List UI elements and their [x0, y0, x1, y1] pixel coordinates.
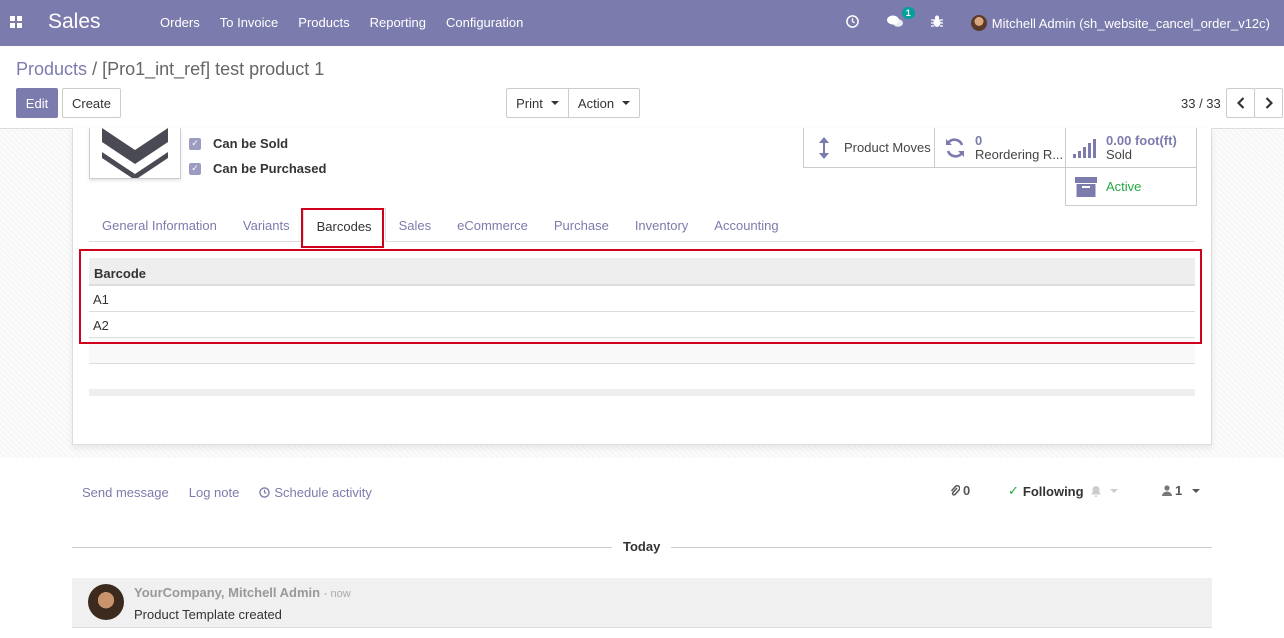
user-icon — [1162, 485, 1172, 496]
menu-orders[interactable]: Orders — [160, 15, 200, 30]
print-label: Print — [516, 95, 543, 111]
message-header: YourCompany, Mitchell Admin - now — [134, 585, 351, 600]
messages-badge: 1 — [901, 7, 915, 19]
tab-inventory[interactable]: Inventory — [622, 208, 701, 242]
log-note-button[interactable]: Log note — [189, 485, 240, 500]
can-be-purchased-checkbox[interactable]: ✓ — [189, 162, 201, 175]
archive-box-icon — [1066, 176, 1106, 197]
message-body: Product Template created — [134, 607, 282, 622]
chevron-right-icon — [1265, 97, 1273, 109]
breadcrumb-separator: / — [92, 59, 98, 79]
menu-products[interactable]: Products — [298, 15, 349, 30]
menu-to-invoice[interactable]: To Invoice — [220, 15, 279, 30]
product-moves-label: Product Moves — [844, 140, 931, 155]
message-time: now — [330, 588, 351, 600]
tab-sales[interactable]: Sales — [386, 208, 445, 242]
arrows-vertical-icon — [804, 136, 844, 160]
tab-general-information[interactable]: General Information — [89, 208, 230, 242]
send-message-button[interactable]: Send message — [82, 485, 169, 500]
app-brand[interactable]: Sales — [48, 10, 101, 34]
followers-count: 1 — [1175, 483, 1183, 498]
can-be-purchased-label: Can be Purchased — [213, 161, 327, 176]
product-logo-icon — [102, 128, 168, 178]
reordering-rules-button[interactable]: 0 Reordering R... — [934, 128, 1066, 168]
sold-label: Sold — [1106, 146, 1133, 162]
breadcrumb-products[interactable]: Products — [16, 59, 87, 79]
paperclip-icon — [950, 484, 960, 496]
active-toggle-button[interactable]: Active — [1065, 167, 1197, 206]
attachments-button[interactable]: 0 — [950, 483, 970, 498]
debug-bug-icon[interactable] — [930, 15, 943, 31]
can-be-sold-checkbox[interactable]: ✓ — [189, 137, 201, 150]
create-button[interactable]: Create — [62, 88, 121, 118]
author-avatar[interactable] — [88, 584, 124, 620]
sold-button[interactable]: 0.00 foot(ft) Sold — [1065, 128, 1197, 168]
menu-reporting[interactable]: Reporting — [370, 15, 426, 30]
chatter-actions: Send message Log note Schedule activity — [82, 485, 372, 500]
systray: 1 Mitchell Admin (sh_website_cancel_orde… — [845, 0, 1284, 46]
highlight-barcodes-table — [79, 249, 1202, 344]
tab-purchase[interactable]: Purchase — [541, 208, 622, 242]
menu-configuration[interactable]: Configuration — [446, 15, 523, 30]
product-image[interactable] — [89, 128, 181, 179]
action-label: Action — [577, 95, 615, 111]
bell-icon[interactable] — [1090, 485, 1102, 497]
sold-value: 0.00 — [1106, 132, 1132, 148]
table-footer — [89, 389, 1195, 396]
check-icon: ✓ — [1008, 483, 1019, 498]
notebook-tabs: General Information Variants Barcodes Sa… — [89, 208, 1195, 242]
followers-button[interactable]: 1 — [1162, 483, 1201, 498]
schedule-activity-button[interactable]: Schedule activity — [259, 485, 372, 500]
tab-ecommerce[interactable]: eCommerce — [444, 208, 541, 242]
date-separator-label: Today — [612, 539, 672, 554]
sold-unit: foot(ft) — [1134, 132, 1177, 148]
following-button[interactable]: ✓ Following — [1008, 483, 1118, 499]
breadcrumb: Products / [Pro1_int_ref] test product 1 — [16, 59, 324, 80]
following-caret-icon[interactable] — [1109, 489, 1118, 493]
main-menu: Orders To Invoice Products Reporting Con… — [160, 15, 523, 30]
can-be-sold-row[interactable]: ✓ Can be Sold — [189, 136, 288, 151]
edit-button[interactable]: Edit — [16, 88, 58, 118]
reordering-count: 0 — [975, 132, 983, 148]
message-author[interactable]: YourCompany, Mitchell Admin — [134, 585, 320, 600]
user-avatar — [970, 15, 987, 31]
pager-value[interactable]: 33 / 33 — [1181, 96, 1221, 111]
tab-variants[interactable]: Variants — [230, 208, 303, 242]
messages-icon[interactable]: 1 — [886, 7, 915, 31]
breadcrumb-current: [Pro1_int_ref] test product 1 — [102, 59, 325, 79]
product-moves-button[interactable]: Product Moves — [803, 128, 935, 168]
print-button[interactable]: Print — [506, 88, 569, 118]
can-be-purchased-row[interactable]: ✓ Can be Purchased — [189, 161, 326, 176]
signal-bars-icon — [1066, 138, 1106, 158]
clock-icon — [259, 487, 271, 498]
attachments-count: 0 — [963, 483, 971, 498]
tab-accounting[interactable]: Accounting — [701, 208, 791, 242]
highlight-barcodes-tab — [301, 208, 384, 248]
chevron-left-icon — [1236, 97, 1244, 109]
can-be-sold-label: Can be Sold — [213, 136, 289, 151]
print-caret-icon — [550, 101, 559, 105]
refresh-icon — [935, 137, 975, 159]
chatter-message: YourCompany, Mitchell Admin - now Produc… — [72, 578, 1212, 628]
followers-caret-icon — [1192, 488, 1201, 493]
action-caret-icon — [622, 101, 631, 105]
user-name: Mitchell Admin (sh_website_cancel_order_… — [991, 15, 1270, 31]
user-menu[interactable]: Mitchell Admin (sh_website_cancel_order_… — [970, 15, 1270, 31]
pager-previous-button[interactable] — [1226, 88, 1255, 118]
top-navbar: Sales Orders To Invoice Products Reporti… — [0, 0, 1284, 46]
pager-next-button[interactable] — [1254, 88, 1283, 118]
reordering-label: Reordering R... — [975, 146, 1064, 162]
apps-menu-icon[interactable] — [10, 16, 22, 28]
following-label: Following — [1022, 483, 1084, 499]
schedule-activity-label: Schedule activity — [274, 485, 372, 500]
clock-icon[interactable] — [845, 15, 859, 31]
active-label: Active — [1106, 179, 1142, 194]
action-button[interactable]: Action — [568, 88, 640, 118]
